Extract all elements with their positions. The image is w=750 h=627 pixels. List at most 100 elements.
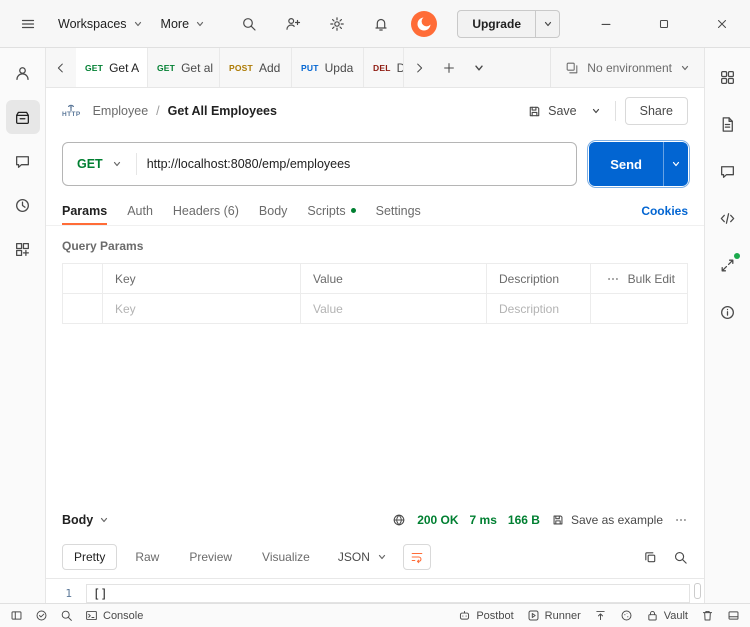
tab-scripts[interactable]: Scripts	[307, 196, 355, 225]
menu-icon[interactable]	[14, 10, 42, 38]
request-subtabs: Params Auth Headers (6) Body Scripts Set…	[46, 196, 704, 226]
tabs-back-icon[interactable]	[46, 48, 76, 87]
url-box: GET	[62, 142, 577, 186]
collections-icon[interactable]	[6, 100, 40, 134]
related-requests-icon[interactable]	[711, 248, 745, 282]
bulk-edit-button[interactable]: Bulk Edit	[628, 272, 675, 286]
capture-requests-icon[interactable]	[594, 609, 607, 622]
new-tab-icon[interactable]	[434, 48, 464, 87]
view-visualize-button[interactable]: Visualize	[250, 544, 322, 570]
breadcrumb-separator: /	[156, 104, 159, 118]
globe-icon[interactable]	[392, 513, 406, 527]
lock-icon	[646, 609, 659, 622]
sidebar-toggle-icon[interactable]	[10, 609, 23, 622]
response-body-text[interactable]: []	[86, 584, 690, 603]
request-tab-4[interactable]: PUT Upda	[292, 48, 364, 87]
workspaces-menu[interactable]: Workspaces	[56, 13, 145, 35]
close-icon[interactable]	[708, 10, 736, 38]
tab-body[interactable]: Body	[259, 196, 288, 225]
settings-icon[interactable]	[323, 10, 351, 38]
tab-params[interactable]: Params	[62, 196, 107, 225]
url-input[interactable]	[137, 157, 577, 171]
find-icon[interactable]	[60, 609, 73, 622]
tab-options-icon[interactable]	[464, 48, 494, 87]
request-tab-2[interactable]: GET Get al	[148, 48, 220, 87]
trash-icon[interactable]	[701, 609, 714, 622]
runner-button[interactable]: Runner	[527, 609, 581, 622]
tab-headers[interactable]: Headers (6)	[173, 196, 239, 225]
chevron-down-icon	[133, 19, 143, 29]
chevron-down-icon	[99, 515, 109, 525]
row-actions-cell	[590, 293, 687, 323]
breadcrumb-collection[interactable]: Employee	[93, 104, 149, 118]
method-select[interactable]: GET	[63, 157, 136, 171]
cookies-icon[interactable]	[620, 609, 633, 622]
upgrade-caret[interactable]	[536, 10, 560, 38]
upgrade-split-button: Upgrade	[457, 10, 560, 38]
send-button[interactable]: Send	[589, 142, 663, 186]
postman-logo[interactable]	[411, 11, 437, 37]
history-icon[interactable]	[6, 188, 40, 222]
documentation-icon[interactable]	[711, 107, 745, 141]
tabs-forward-icon[interactable]	[404, 48, 434, 87]
notifications-icon[interactable]	[367, 10, 395, 38]
description-input[interactable]	[499, 302, 578, 316]
layout-icon[interactable]	[711, 60, 745, 94]
postbot-button[interactable]: Postbot	[458, 609, 513, 622]
key-input[interactable]	[115, 302, 288, 316]
save-as-example-button[interactable]: Save as example	[551, 513, 663, 527]
bottom-panel-icon[interactable]	[727, 609, 740, 622]
console-button[interactable]: Console	[85, 609, 143, 622]
format-select[interactable]: JSON	[338, 550, 387, 564]
value-input[interactable]	[313, 302, 474, 316]
search-response-icon[interactable]	[673, 550, 688, 565]
view-raw-button[interactable]: Raw	[123, 544, 171, 570]
cookies-link[interactable]: Cookies	[641, 204, 688, 218]
copy-icon[interactable]	[643, 550, 658, 565]
search-icon[interactable]	[235, 10, 263, 38]
response-body-editor[interactable]: 1 []	[46, 578, 704, 603]
tab-settings[interactable]: Settings	[376, 196, 421, 225]
maximize-icon[interactable]	[650, 10, 678, 38]
response-more-icon[interactable]	[674, 513, 688, 527]
description-column-header: Description	[486, 263, 590, 293]
comments-icon[interactable]	[6, 144, 40, 178]
code-snippet-icon[interactable]	[711, 201, 745, 235]
view-preview-button[interactable]: Preview	[177, 544, 244, 570]
more-icon[interactable]	[606, 272, 620, 286]
checkbox-column-header	[62, 263, 102, 293]
invite-icon[interactable]	[279, 10, 307, 38]
row-checkbox-cell	[62, 293, 102, 323]
tab-auth[interactable]: Auth	[127, 196, 153, 225]
info-icon[interactable]	[711, 295, 745, 329]
scrollbar-thumb[interactable]	[694, 583, 701, 599]
response-time[interactable]: 7 ms	[470, 513, 497, 527]
share-button[interactable]: Share	[625, 97, 688, 125]
user-icon[interactable]	[6, 56, 40, 90]
upgrade-button[interactable]: Upgrade	[457, 10, 536, 38]
request-tab-3[interactable]: POST Add	[220, 48, 292, 87]
wrap-line-icon[interactable]	[403, 544, 431, 570]
comment-icon[interactable]	[711, 154, 745, 188]
view-pretty-button[interactable]: Pretty	[62, 544, 117, 570]
request-tab-5[interactable]: DEL D	[364, 48, 404, 87]
request-tab-1[interactable]: GET Get A	[76, 48, 148, 87]
save-options-caret[interactable]	[586, 97, 606, 125]
send-options-caret[interactable]	[663, 142, 688, 186]
more-menu[interactable]: More	[159, 13, 207, 35]
environment-selector[interactable]: No environment	[550, 48, 704, 87]
right-sidebar	[704, 48, 750, 603]
vault-button[interactable]: Vault	[646, 609, 688, 622]
request-tabbar: GET Get A GET Get al POST Add PUT Upda D…	[46, 48, 704, 88]
chevron-down-icon	[195, 19, 205, 29]
status-badge[interactable]: 200 OK	[417, 513, 458, 527]
minimize-icon[interactable]	[592, 10, 620, 38]
key-column-header: Key	[102, 263, 300, 293]
apps-icon[interactable]	[6, 232, 40, 266]
response-body-dropdown[interactable]: Body	[62, 513, 109, 527]
save-button[interactable]: Save	[527, 104, 577, 119]
url-row: GET Send	[46, 134, 704, 196]
status-ok-icon[interactable]	[35, 609, 48, 622]
response-size[interactable]: 166 B	[508, 513, 540, 527]
window-controls	[592, 10, 736, 38]
